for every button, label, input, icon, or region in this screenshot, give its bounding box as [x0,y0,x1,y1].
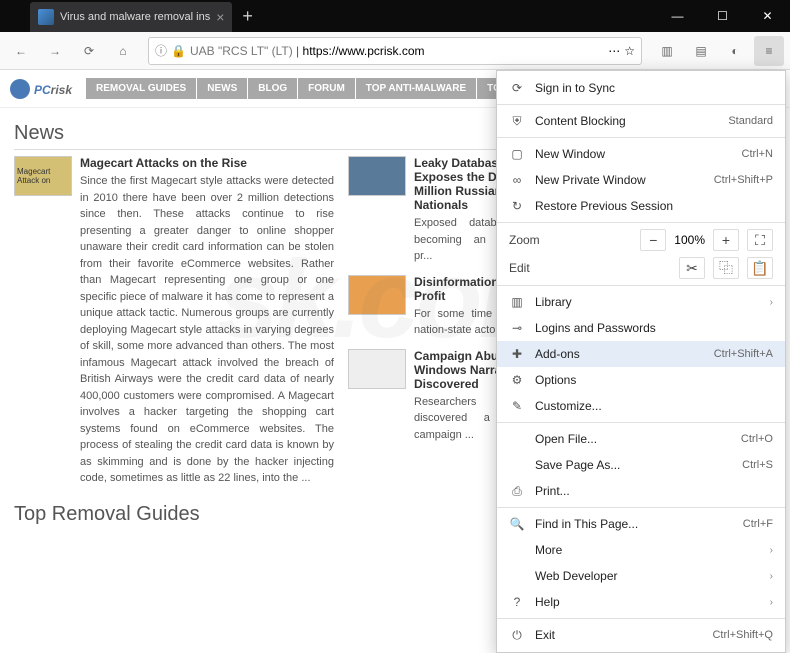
menu-sync[interactable]: ⟳Sign in to Sync [497,75,785,101]
menu-options[interactable]: ⚙Options [497,367,785,393]
browser-toolbar: ← → ⟳ ⌂ ⓘ 🔒 UAB "RCS LT" (LT) | https://… [0,32,790,70]
menu-more[interactable]: More› [497,537,785,563]
menu-webdev[interactable]: Web Developer› [497,563,785,589]
menu-exit[interactable]: ⏻ExitCtrl+Shift+Q [497,622,785,648]
menu-library[interactable]: ▥Library› [497,289,785,315]
forward-button[interactable]: → [40,36,70,66]
chevron-right-icon: › [770,297,773,308]
browser-tab[interactable]: Virus and malware removal ins × [30,2,232,32]
chevron-right-icon: › [770,545,773,556]
menu-addons[interactable]: ✚Add-onsCtrl+Shift+A [497,341,785,367]
nav-news[interactable]: NEWS [197,78,247,99]
hamburger-menu-button[interactable]: ≡ [754,36,784,66]
new-tab-button[interactable]: + [242,6,253,27]
lock-icon: 🔒 [171,44,186,58]
cut-button[interactable]: ✂ [679,257,705,279]
site-logo[interactable]: PCrisk [10,78,72,99]
sync-icon: ⟳ [509,81,525,95]
sidebar-button[interactable]: ▤ [686,36,716,66]
close-button[interactable]: ✕ [745,0,790,32]
zoom-in-button[interactable]: + [713,229,739,251]
reload-button[interactable]: ⟳ [74,36,104,66]
menu-restore-session[interactable]: ↻Restore Previous Session [497,193,785,219]
more-icon[interactable]: ⋯ [608,44,620,58]
guides-heading: Top Removal Guides [14,503,548,530]
article-body: Since the first Magecart style attacks w… [80,173,334,487]
back-button[interactable]: ← [6,36,36,66]
fullscreen-button[interactable]: ⛶ [747,229,773,251]
logo-icon [10,79,30,99]
puzzle-icon: ✚ [509,347,525,361]
menu-new-window[interactable]: ▢New WindowCtrl+N [497,141,785,167]
paste-button[interactable]: 📋 [747,257,773,279]
menu-print[interactable]: ⎙Print... [497,478,785,504]
article-thumb: Magecart Attack on [14,156,72,196]
library-icon: ▥ [509,295,525,309]
copy-button[interactable]: ⿻ [713,257,739,279]
menu-save-page[interactable]: Save Page As...Ctrl+S [497,452,785,478]
bookmark-star-icon[interactable]: ☆ [624,44,635,58]
tab-title: Virus and malware removal ins [60,11,210,23]
key-icon: ⊸ [509,321,525,335]
nav-anti-malware[interactable]: TOP ANTI-MALWARE [356,78,476,99]
menu-help[interactable]: ?Help› [497,589,785,615]
menu-customize[interactable]: ✎Customize... [497,393,785,419]
menu-find[interactable]: 🔍Find in This Page...Ctrl+F [497,511,785,537]
info-icon[interactable]: ⓘ [155,42,167,59]
restore-icon: ↻ [509,199,525,213]
menu-new-private[interactable]: ∞New Private WindowCtrl+Shift+P [497,167,785,193]
menu-logins[interactable]: ⊸Logins and Passwords [497,315,785,341]
library-button[interactable]: ▥ [652,36,682,66]
shield-icon: ⛨ [509,114,525,129]
zoom-value: 100% [674,233,705,247]
news-heading: News [14,122,548,150]
nav-removal-guides[interactable]: REMOVAL GUIDES [86,78,196,99]
menu-content-blocking[interactable]: ⛨Content BlockingStandard [497,108,785,134]
paint-icon: ✎ [509,399,525,413]
article-thumb [348,275,406,315]
favicon-icon [38,9,54,25]
titlebar: Virus and malware removal ins × + — ☐ ✕ [0,0,790,32]
menu-zoom-row: Zoom−100%+⛶ [497,226,785,254]
exit-icon: ⏻ [509,628,525,643]
minimize-button[interactable]: — [655,0,700,32]
hamburger-menu: ⟳Sign in to Sync ⛨Content BlockingStanda… [496,70,786,653]
chevron-right-icon: › [770,571,773,582]
nav-blog[interactable]: BLOG [248,78,297,99]
zoom-out-button[interactable]: − [640,229,666,251]
tab-close-icon[interactable]: × [216,9,224,25]
mask-icon: ∞ [509,173,525,187]
nav-forum[interactable]: FORUM [298,78,355,99]
window-icon: ▢ [509,147,525,161]
help-icon: ? [509,595,525,609]
url-bar[interactable]: ⓘ 🔒 UAB "RCS LT" (LT) | https://www.pcri… [148,37,642,65]
article-title[interactable]: Magecart Attacks on the Rise [80,156,334,170]
chevron-right-icon: › [770,597,773,608]
article-thumb [348,156,406,196]
menu-edit-row: Edit✂⿻📋 [497,254,785,282]
home-button[interactable]: ⌂ [108,36,138,66]
url-text: UAB "RCS LT" (LT) | https://www.pcrisk.c… [190,44,604,58]
account-icon[interactable]: ◐ [720,36,750,66]
maximize-button[interactable]: ☐ [700,0,745,32]
article-thumb [348,349,406,389]
menu-open-file[interactable]: Open File...Ctrl+O [497,426,785,452]
gear-icon: ⚙ [509,373,525,387]
print-icon: ⎙ [509,484,525,499]
